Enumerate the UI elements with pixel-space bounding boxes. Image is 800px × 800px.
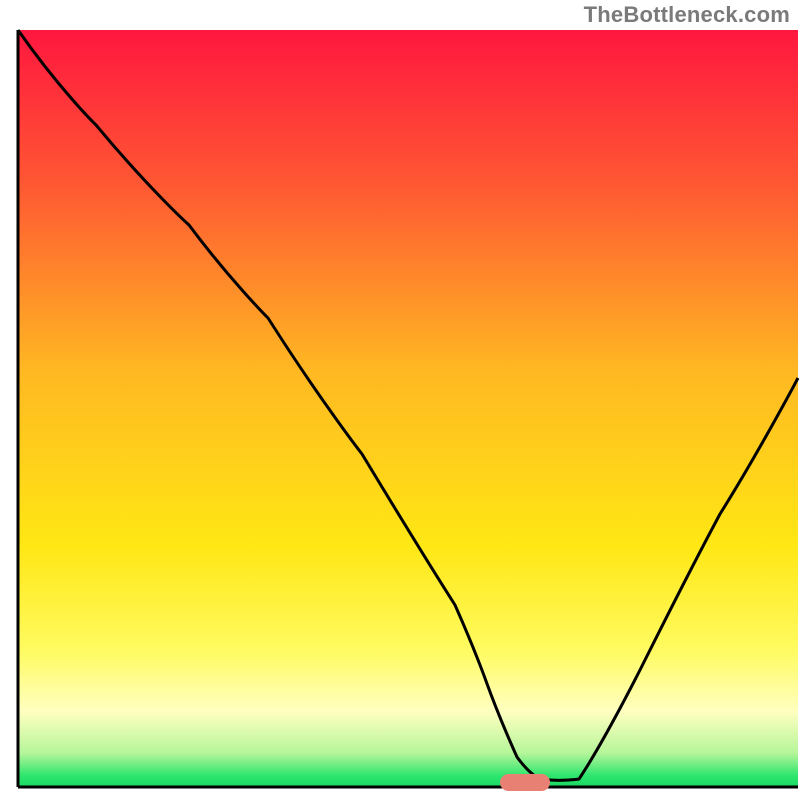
watermark-text: TheBottleneck.com	[584, 2, 790, 28]
chart-container: TheBottleneck.com	[0, 0, 800, 800]
chart-svg	[0, 0, 800, 800]
optimum-marker	[500, 774, 550, 791]
gradient-background	[18, 30, 798, 787]
